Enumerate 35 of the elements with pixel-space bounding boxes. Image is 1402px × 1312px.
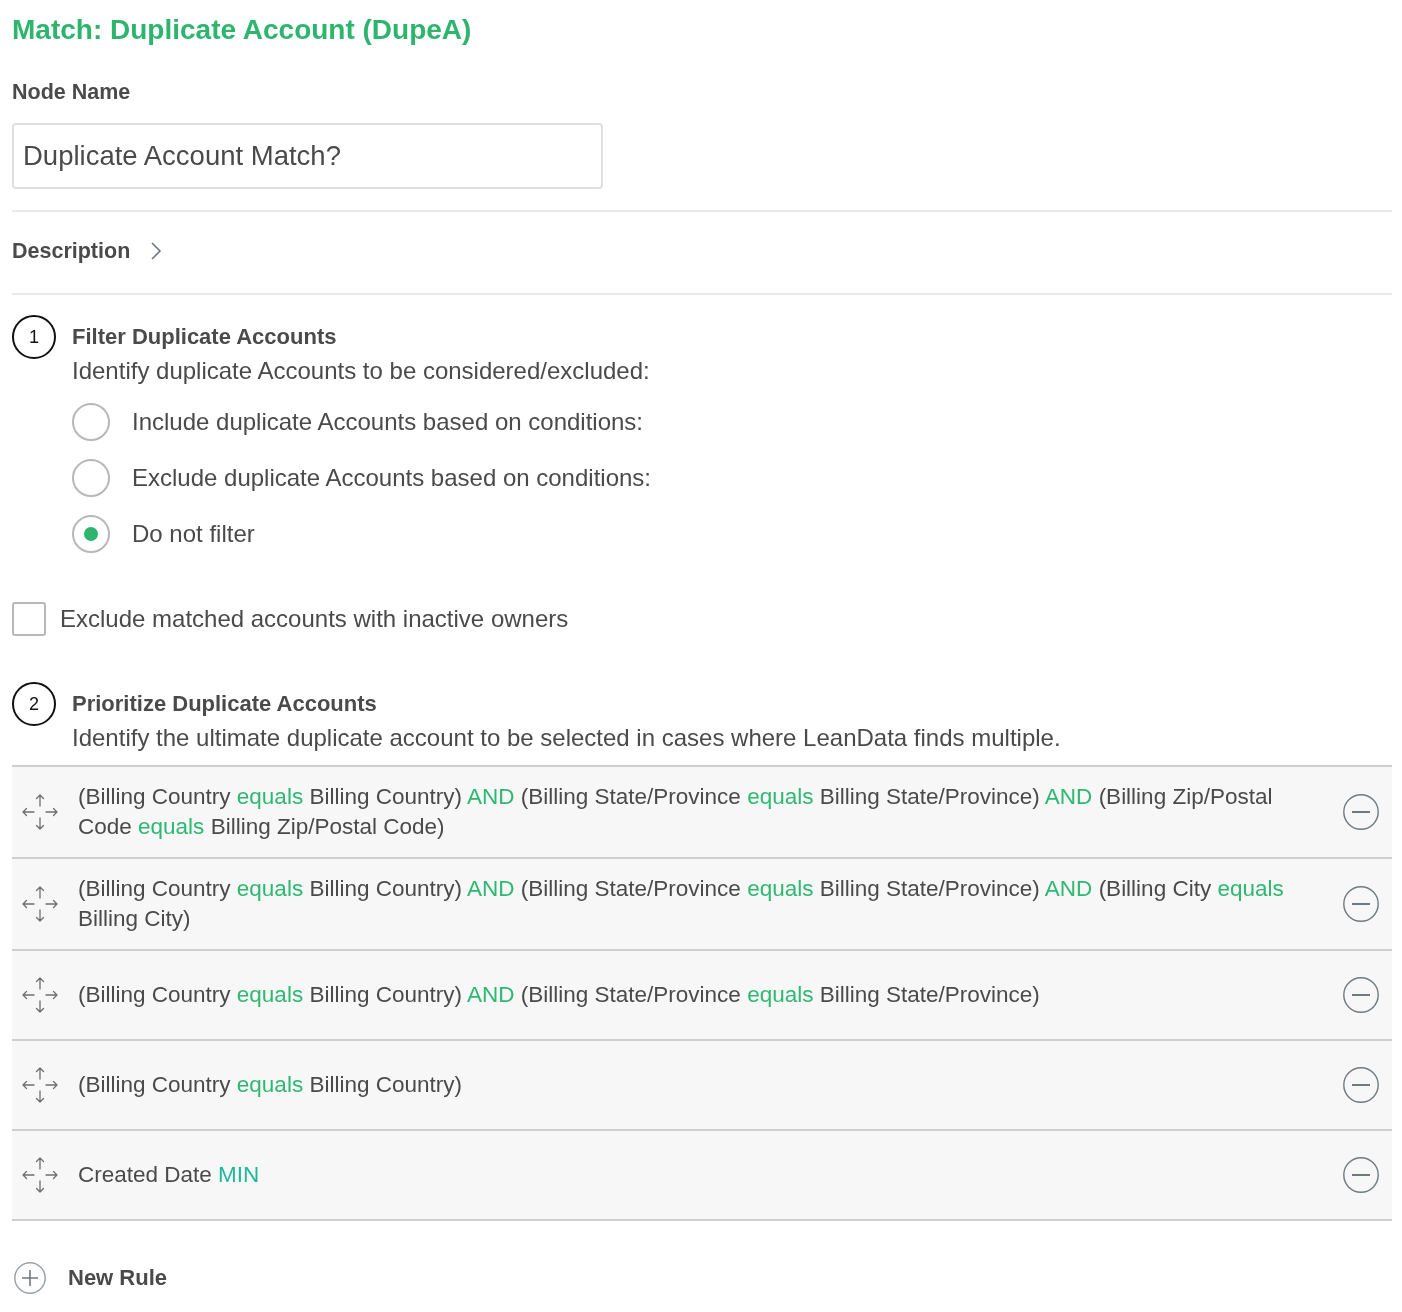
move-icon[interactable] [22, 886, 58, 922]
checkbox-label: Exclude matched accounts with inactive owners [60, 606, 569, 632]
move-icon[interactable] [22, 1157, 58, 1193]
rule-text: (Billing Country equals Billing Country) AND (Billing State/Province equals Billing State/Province) AND (Billing City equals Billing City) [78, 875, 1285, 933]
move-icon[interactable] [22, 977, 58, 1013]
step-number: 1 [12, 315, 56, 359]
move-icon[interactable] [22, 794, 58, 830]
remove-icon[interactable] [1343, 1067, 1379, 1103]
radio-button[interactable] [72, 403, 110, 441]
rule-text: (Billing Country equals Billing Country) AND (Billing State/Province equals Billing State/Province) [78, 981, 1041, 1009]
rule-text: Created Date MIN [78, 1161, 261, 1189]
remove-icon[interactable] [1343, 794, 1379, 830]
move-icon[interactable] [22, 1067, 58, 1103]
step-description: Identify the ultimate duplicate account to be selected in cases where LeanData finds multiple. [72, 725, 1061, 751]
radio-button[interactable] [72, 515, 110, 553]
step-title: Prioritize Duplicate Accounts [72, 692, 377, 716]
radio-label: Do not filter [132, 521, 255, 547]
page-title: Match: Duplicate Account (DupeA) [12, 15, 472, 45]
radio-button[interactable] [72, 459, 110, 497]
new-rule-button[interactable]: New Rule [14, 1262, 168, 1294]
step-title: Filter Duplicate Accounts [72, 325, 337, 349]
remove-icon[interactable] [1343, 886, 1379, 922]
rule-text: (Billing Country equals Billing Country) [78, 1071, 463, 1099]
step-number: 2 [12, 682, 56, 726]
radio-label: Include duplicate Accounts based on conditions: [132, 409, 644, 435]
step-description: Identify duplicate Accounts to be considered/excluded: [72, 358, 650, 384]
checkbox[interactable] [12, 602, 46, 636]
node-name-input[interactable]: Duplicate Account Match? [12, 123, 603, 189]
rule-text: (Billing Country equals Billing Country) AND (Billing State/Province equals Billing State/Province) AND (Billing Zip/Postal Code equals Billing Zip/Postal Code) [78, 783, 1274, 841]
remove-icon[interactable] [1343, 1157, 1379, 1193]
add-icon [14, 1262, 46, 1294]
radio-label: Exclude duplicate Accounts based on conditions: [132, 465, 651, 491]
description-toggle[interactable]: Description [12, 239, 163, 263]
remove-icon[interactable] [1343, 977, 1379, 1013]
field-label: Node Name [12, 80, 131, 104]
